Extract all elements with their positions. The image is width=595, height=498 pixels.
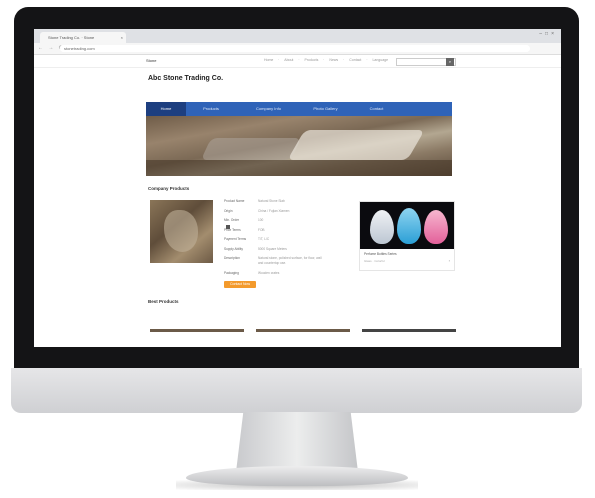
- nav-item-home[interactable]: Home: [146, 102, 186, 116]
- nav-item-company-info[interactable]: Company Info: [241, 102, 296, 116]
- monitor-chin: [11, 368, 582, 413]
- best-product-thumb[interactable]: [150, 329, 244, 347]
- spec-row: Product Name Natural Stone Slab: [224, 199, 285, 203]
- search-icon[interactable]: ⌕: [446, 58, 454, 66]
- browser-tabbar: Stone Trading Co. · Stone × –□×: [34, 29, 561, 43]
- featured-product-title[interactable]: Perfume Bottles Series: [364, 252, 397, 256]
- spec-row: Min. Order 100: [224, 218, 354, 229]
- featured-product-card[interactable]: Perfume Bottles Series Glass · Colorful …: [359, 201, 455, 271]
- tab-title: Stone Trading Co. · Stone: [48, 35, 95, 40]
- product-specs: Product Name Natural Stone Slab Origin Chi…: [224, 199, 354, 280]
- spec-row: Supply Ability 5000 Square Meters: [224, 246, 287, 251]
- window-controls[interactable]: –□×: [539, 31, 557, 37]
- spec-row: Payment Terms T/T, L/C: [224, 237, 270, 241]
- spec-row: Packaging Wooden crates: [224, 270, 280, 275]
- monitor-stand-neck: [236, 412, 358, 472]
- company-name: Abc Stone Trading Co.: [148, 75, 224, 82]
- site-top-bar: Stone Home · About · Products · News · C…: [34, 55, 561, 68]
- section-title-best-products: Best Products: [148, 299, 179, 304]
- nav-item-photo-gallery[interactable]: Photo Gallery: [298, 102, 353, 116]
- spec-row: and countertop use.: [258, 261, 287, 265]
- browser-tab[interactable]: Stone Trading Co. · Stone ×: [40, 32, 126, 43]
- spec-row: Price Terms FOB: [224, 227, 265, 232]
- best-product-thumb[interactable]: [256, 329, 350, 347]
- best-product-thumb[interactable]: [362, 329, 456, 347]
- monitor-screen: Stone Trading Co. · Stone × –□× ← → ⟳ st…: [34, 29, 561, 347]
- featured-product-sub: Glass · Colorful: [364, 259, 385, 263]
- nav-item-products[interactable]: Products: [186, 102, 236, 116]
- monitor-stand-base: [186, 466, 408, 486]
- browser-address-bar: ← → ⟳ stonetrading.com: [34, 43, 561, 55]
- spec-row: Origin China / Fujian Xiamen: [224, 208, 290, 213]
- url-input[interactable]: stonetrading.com: [60, 45, 530, 52]
- hero-banner-image: [146, 116, 452, 176]
- featured-product-image[interactable]: [360, 202, 454, 249]
- chevron-right-icon[interactable]: ›: [449, 258, 450, 263]
- product-image[interactable]: [150, 200, 213, 263]
- tab-close-icon[interactable]: ×: [121, 32, 123, 43]
- nav-item-contact[interactable]: Contact: [354, 102, 399, 116]
- contact-now-button[interactable]: Contact Now: [224, 281, 256, 288]
- section-title-products: Company Products: [148, 186, 190, 191]
- site-top-links[interactable]: Home · About · Products · News · Contact…: [264, 58, 388, 62]
- site-logo[interactable]: Stone: [146, 58, 156, 63]
- main-nav: Home Products Company Info Photo Gallery…: [146, 102, 452, 116]
- best-products-row: [150, 329, 456, 347]
